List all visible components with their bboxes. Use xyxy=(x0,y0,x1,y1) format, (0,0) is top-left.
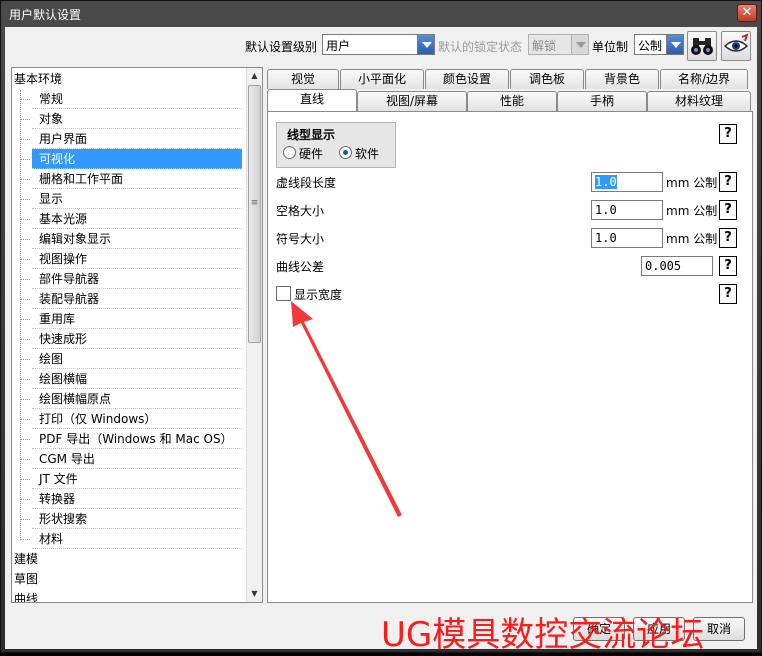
scroll-up-arrow-icon[interactable]: ▲ xyxy=(247,68,262,84)
tree-item[interactable]: 编辑对象显示 xyxy=(20,229,242,249)
tab-row2[interactable]: 直线 xyxy=(267,89,357,111)
tree-item[interactable]: 对象 xyxy=(20,109,242,129)
tree-item[interactable]: PDF 导出（Windows 和 Mac OS） xyxy=(20,429,242,449)
unit-value: 公制 xyxy=(638,39,663,53)
space-size-label: 空格大小 xyxy=(276,204,325,218)
lock-label: 默认的锁定状态 xyxy=(438,40,523,54)
tab-row1[interactable]: 小平面化 xyxy=(340,69,424,89)
tab-row2[interactable]: 材料纹理 xyxy=(647,91,751,111)
dialog-client: 默认设置级别 用户 默认的锁定状态 解锁 单位制 公制 基本环境 常规 对象 用… xyxy=(5,27,757,649)
close-button[interactable]: ✕ xyxy=(737,4,757,22)
help-icon[interactable]: ? xyxy=(719,228,737,248)
tree-item[interactable]: 草图 xyxy=(14,569,38,589)
tree-item[interactable]: 曲线 xyxy=(14,589,38,602)
level-label: 默认设置级别 xyxy=(245,40,318,54)
dash-length-label: 虚线段长度 xyxy=(276,176,337,190)
tab-row1[interactable]: 视觉 xyxy=(267,69,339,89)
tree-item[interactable]: 材料 xyxy=(20,529,242,549)
tree-item[interactable]: 绘图 xyxy=(20,349,242,369)
chevron-down-icon xyxy=(571,35,588,54)
tree-item[interactable]: 打印（仅 Windows） xyxy=(20,409,242,429)
tree-item[interactable]: 可视化 xyxy=(20,149,242,169)
tree-item[interactable]: 绘图横幅 xyxy=(20,369,242,389)
dialog-window: 用户默认设置 ✕ 默认设置级别 用户 默认的锁定状态 解锁 单位制 公制 基本环… xyxy=(0,0,762,655)
tree-item[interactable]: 快速成形 xyxy=(20,329,242,349)
help-icon[interactable]: ? xyxy=(719,284,737,304)
curve-tolerance-input[interactable]: 0.005 xyxy=(641,256,713,276)
radio-hardware-label: 硬件 xyxy=(299,147,324,161)
chevron-down-icon[interactable] xyxy=(417,35,434,54)
category-tree[interactable]: 基本环境 常规 对象 用户界面 可视化 栅格和工作平面 显示 基本光源 编辑对象显示 视图操作 部件… xyxy=(11,67,263,603)
level-value: 用户 xyxy=(326,39,351,53)
eye-settings-icon xyxy=(723,33,749,52)
tree-item[interactable]: 基本环境 xyxy=(14,69,62,89)
tree-item[interactable]: 装配导航器 xyxy=(20,289,242,309)
tree-item[interactable]: 用户界面 xyxy=(20,129,242,149)
tree-item[interactable]: 形状搜索 xyxy=(20,509,242,529)
tab-row2[interactable]: 手柄 xyxy=(557,91,647,111)
tab-row1[interactable]: 颜色设置 xyxy=(425,69,509,89)
tab-row1[interactable]: 背景色 xyxy=(585,69,659,89)
scroll-down-arrow-icon[interactable]: ▼ xyxy=(247,586,262,602)
symbol-size-unit: mm 公制 xyxy=(666,232,718,246)
tab-row2[interactable]: 性能 xyxy=(467,91,557,111)
tree-item[interactable]: 建模 xyxy=(14,549,38,569)
help-icon[interactable]: ? xyxy=(719,256,737,276)
tree-item[interactable]: 重用库 xyxy=(20,309,242,329)
tree-scrollbar[interactable]: ▲ ≡ ▼ xyxy=(246,68,262,602)
unit-label: 单位制 xyxy=(592,40,629,54)
tree-item[interactable]: 栅格和工作平面 xyxy=(20,169,242,189)
show-width-checkbox[interactable] xyxy=(276,286,291,301)
unit-select[interactable]: 公制 xyxy=(634,34,684,55)
tab-row2[interactable]: 视图/屏幕 xyxy=(357,91,467,111)
tree-item[interactable]: JT 文件 xyxy=(20,469,242,489)
tree-item[interactable]: 基本光源 xyxy=(20,209,242,229)
dash-length-input[interactable]: 1.0 xyxy=(591,172,663,192)
radio-software[interactable] xyxy=(339,146,352,159)
line-display-group: 线型显示 硬件 软件 xyxy=(276,122,396,168)
tree-item[interactable]: CGM 导出 xyxy=(20,449,242,469)
scroll-thumb[interactable]: ≡ xyxy=(248,85,261,343)
tree-item[interactable]: 常规 xyxy=(20,89,242,109)
tree-item[interactable]: 绘图横幅原点 xyxy=(20,389,242,409)
tab-row1[interactable]: 名称/边界 xyxy=(660,69,748,89)
group-title: 线型显示 xyxy=(287,128,336,142)
find-button[interactable] xyxy=(687,31,717,61)
binoculars-icon xyxy=(691,38,713,55)
help-icon[interactable]: ? xyxy=(719,200,737,220)
help-icon[interactable]: ? xyxy=(719,124,737,144)
help-icon[interactable]: ? xyxy=(719,172,737,192)
space-size-unit: mm 公制 xyxy=(666,204,718,218)
manage-button[interactable] xyxy=(721,31,751,61)
curve-tolerance-label: 曲线公差 xyxy=(276,260,325,274)
tab-row1[interactable]: 调色板 xyxy=(510,69,584,89)
window-title: 用户默认设置 xyxy=(9,8,82,22)
title-bar[interactable]: 用户默认设置 ✕ xyxy=(1,1,761,27)
tree-item[interactable]: 视图操作 xyxy=(20,249,242,269)
tree-item[interactable]: 显示 xyxy=(20,189,242,209)
symbol-size-label: 符号大小 xyxy=(276,232,325,246)
level-select[interactable]: 用户 xyxy=(322,34,435,55)
dash-length-unit: mm 公制 xyxy=(666,176,718,190)
show-width-label: 显示宽度 xyxy=(294,288,343,302)
lock-select[interactable]: 解锁 xyxy=(528,34,589,55)
symbol-size-input[interactable]: 1.0 xyxy=(591,228,663,248)
lock-value: 解锁 xyxy=(532,39,557,53)
radio-software-label: 软件 xyxy=(355,147,380,161)
tree-item[interactable]: 部件导航器 xyxy=(20,269,242,289)
space-size-input[interactable]: 1.0 xyxy=(591,200,663,220)
watermark-text: UG模具数控交流论坛 xyxy=(381,615,705,655)
tree-item[interactable]: 转换器 xyxy=(20,489,242,509)
chevron-down-icon[interactable] xyxy=(666,35,683,54)
radio-hardware[interactable] xyxy=(283,146,296,159)
line-settings-panel: 线型显示 硬件 软件 ? 虚线段长度 1.0 mm 公制 ? 空格大小 1.0 … xyxy=(267,111,753,603)
